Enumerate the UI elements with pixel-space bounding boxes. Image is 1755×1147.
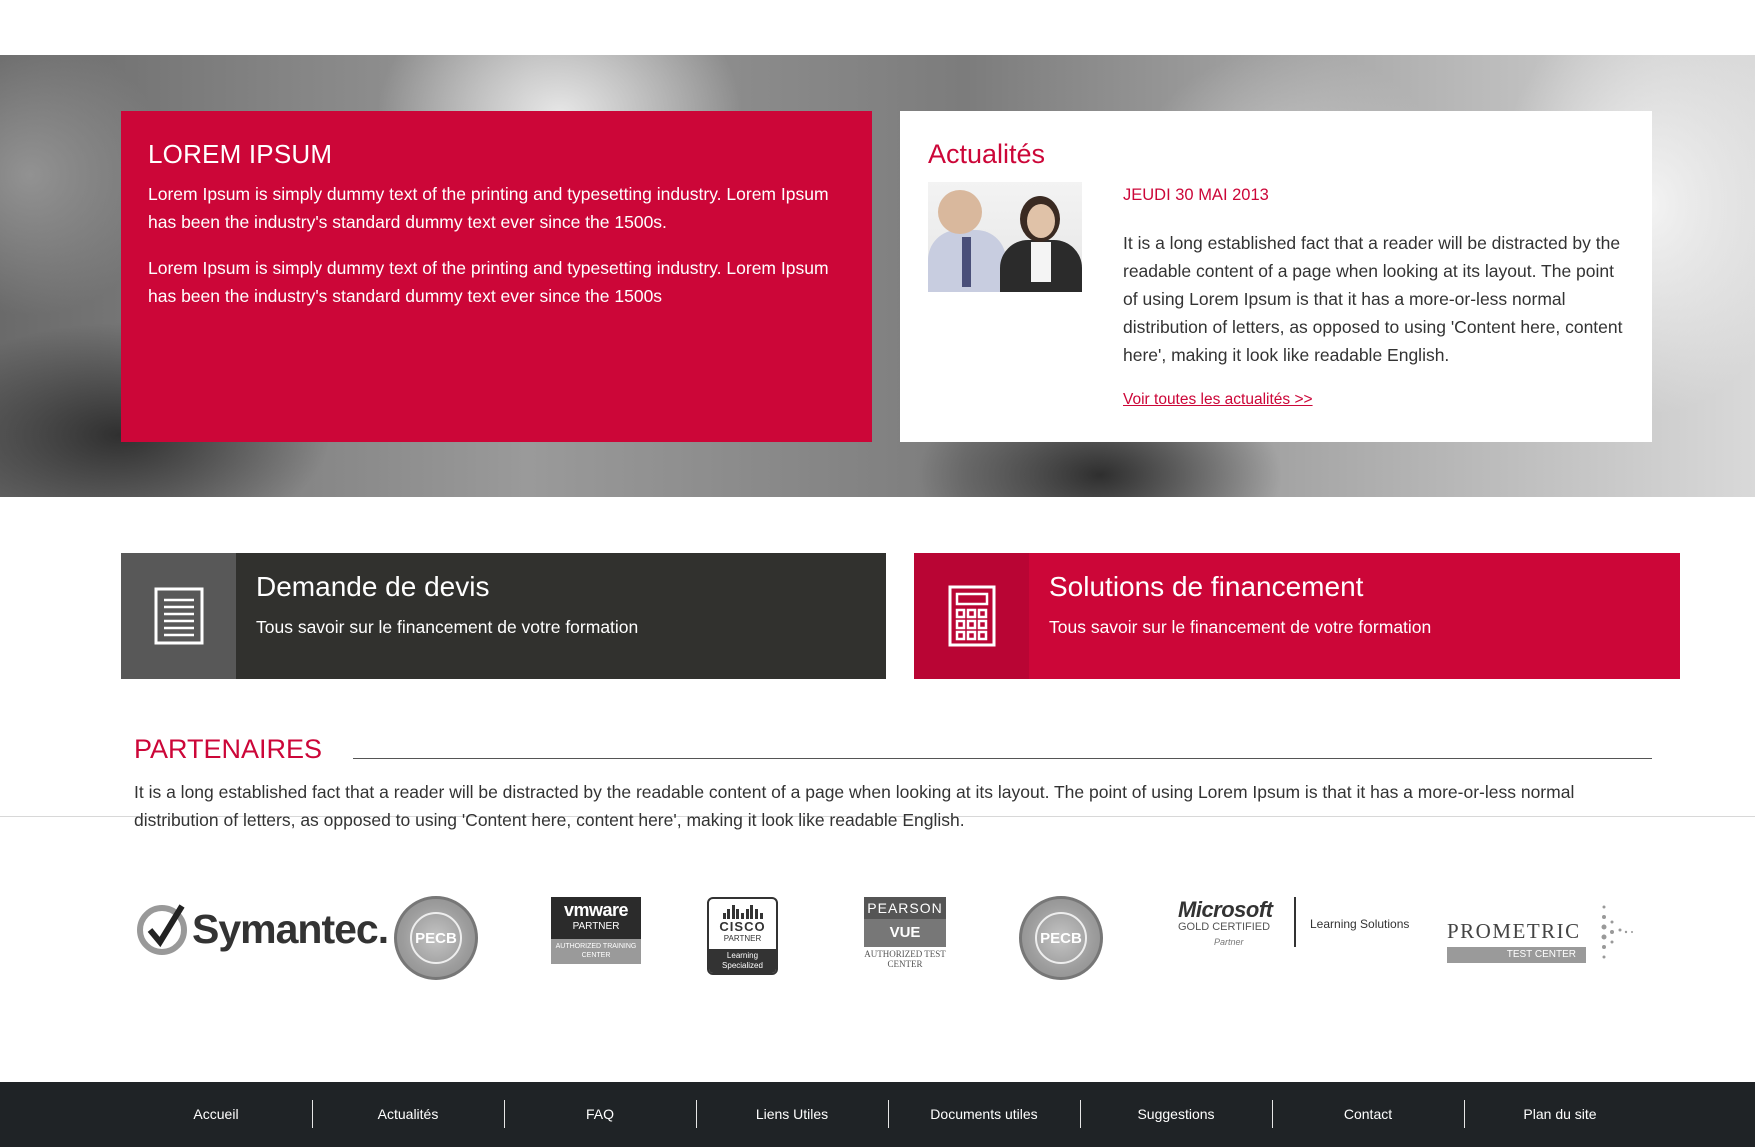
news-text: It is a long established fact that a rea… bbox=[1123, 233, 1623, 365]
financing-solutions-title: Solutions de financement bbox=[1049, 571, 1364, 602]
footer-link-documents-utiles[interactable]: Documents utiles bbox=[888, 1100, 1080, 1128]
pecb-logo-2[interactable]: PECB bbox=[1019, 896, 1103, 980]
footer-link-contact[interactable]: Contact bbox=[1272, 1100, 1464, 1128]
microsoft-logo[interactable]: Microsoft GOLD CERTIFIED Partner Learnin… bbox=[1178, 897, 1413, 953]
lorem-ipsum-panel: LOREM IPSUM Lorem Ipsum is simply dummy … bbox=[121, 111, 872, 442]
footer-link-suggestions[interactable]: Suggestions bbox=[1080, 1100, 1272, 1128]
financing-solutions-subtitle: Tous savoir sur le financement de votre … bbox=[1049, 617, 1432, 637]
footer: Accueil Actualités FAQ Liens Utiles Docu… bbox=[0, 1082, 1755, 1147]
news-thumbnail-image[interactable] bbox=[928, 182, 1082, 292]
quote-request-banner[interactable]: Demande de devis Tous savoir sur le fina… bbox=[121, 553, 886, 679]
quote-request-subtitle: Tous savoir sur le financement de votre … bbox=[256, 617, 639, 637]
footer-link-liens-utiles[interactable]: Liens Utiles bbox=[696, 1100, 888, 1128]
partners-text: It is a long established fact that a rea… bbox=[134, 782, 1575, 830]
footer-link-plan-du-site[interactable]: Plan du site bbox=[1464, 1100, 1656, 1128]
prometric-logo[interactable]: PROMETRIC TEST CENTER bbox=[1446, 897, 1636, 967]
calculator-icon bbox=[914, 553, 1029, 679]
all-news-link[interactable]: Voir toutes les actualités >> bbox=[1123, 391, 1313, 409]
footer-link-faq[interactable]: FAQ bbox=[504, 1100, 696, 1128]
partners-divider bbox=[353, 758, 1652, 759]
lorem-title: LOREM IPSUM bbox=[148, 139, 333, 169]
footer-link-accueil[interactable]: Accueil bbox=[120, 1100, 312, 1128]
footer-link-actualites[interactable]: Actualités bbox=[312, 1100, 504, 1128]
pecb-logo[interactable]: PECB bbox=[394, 896, 478, 980]
symantec-logo[interactable]: Symantec. bbox=[136, 896, 389, 960]
quote-request-title: Demande de devis bbox=[256, 571, 490, 602]
news-title: Actualités bbox=[928, 139, 1046, 169]
footer-nav: Accueil Actualités FAQ Liens Utiles Docu… bbox=[120, 1100, 1656, 1128]
partners-title: PARTENAIRES bbox=[134, 734, 323, 764]
lorem-paragraph-1: Lorem Ipsum is simply dummy text of the … bbox=[148, 184, 829, 232]
pearson-vue-logo[interactable]: PEARSON VUE AUTHORIZED TEST CENTER bbox=[864, 897, 946, 969]
cisco-logo[interactable]: CISCO PARTNER Learning Specialized bbox=[707, 897, 778, 975]
vmware-logo[interactable]: vmware PARTNER AUTHORIZED TRAINING CENTE… bbox=[551, 897, 641, 964]
financing-solutions-banner[interactable]: Solutions de financement Tous savoir sur… bbox=[914, 553, 1680, 679]
document-icon bbox=[121, 553, 236, 679]
news-date: JEUDI 30 MAI 2013 bbox=[1123, 186, 1269, 204]
lorem-paragraph-2: Lorem Ipsum is simply dummy text of the … bbox=[148, 258, 829, 306]
news-panel: Actualités JEUDI 30 MAI 2013 It is a lon… bbox=[900, 111, 1652, 442]
